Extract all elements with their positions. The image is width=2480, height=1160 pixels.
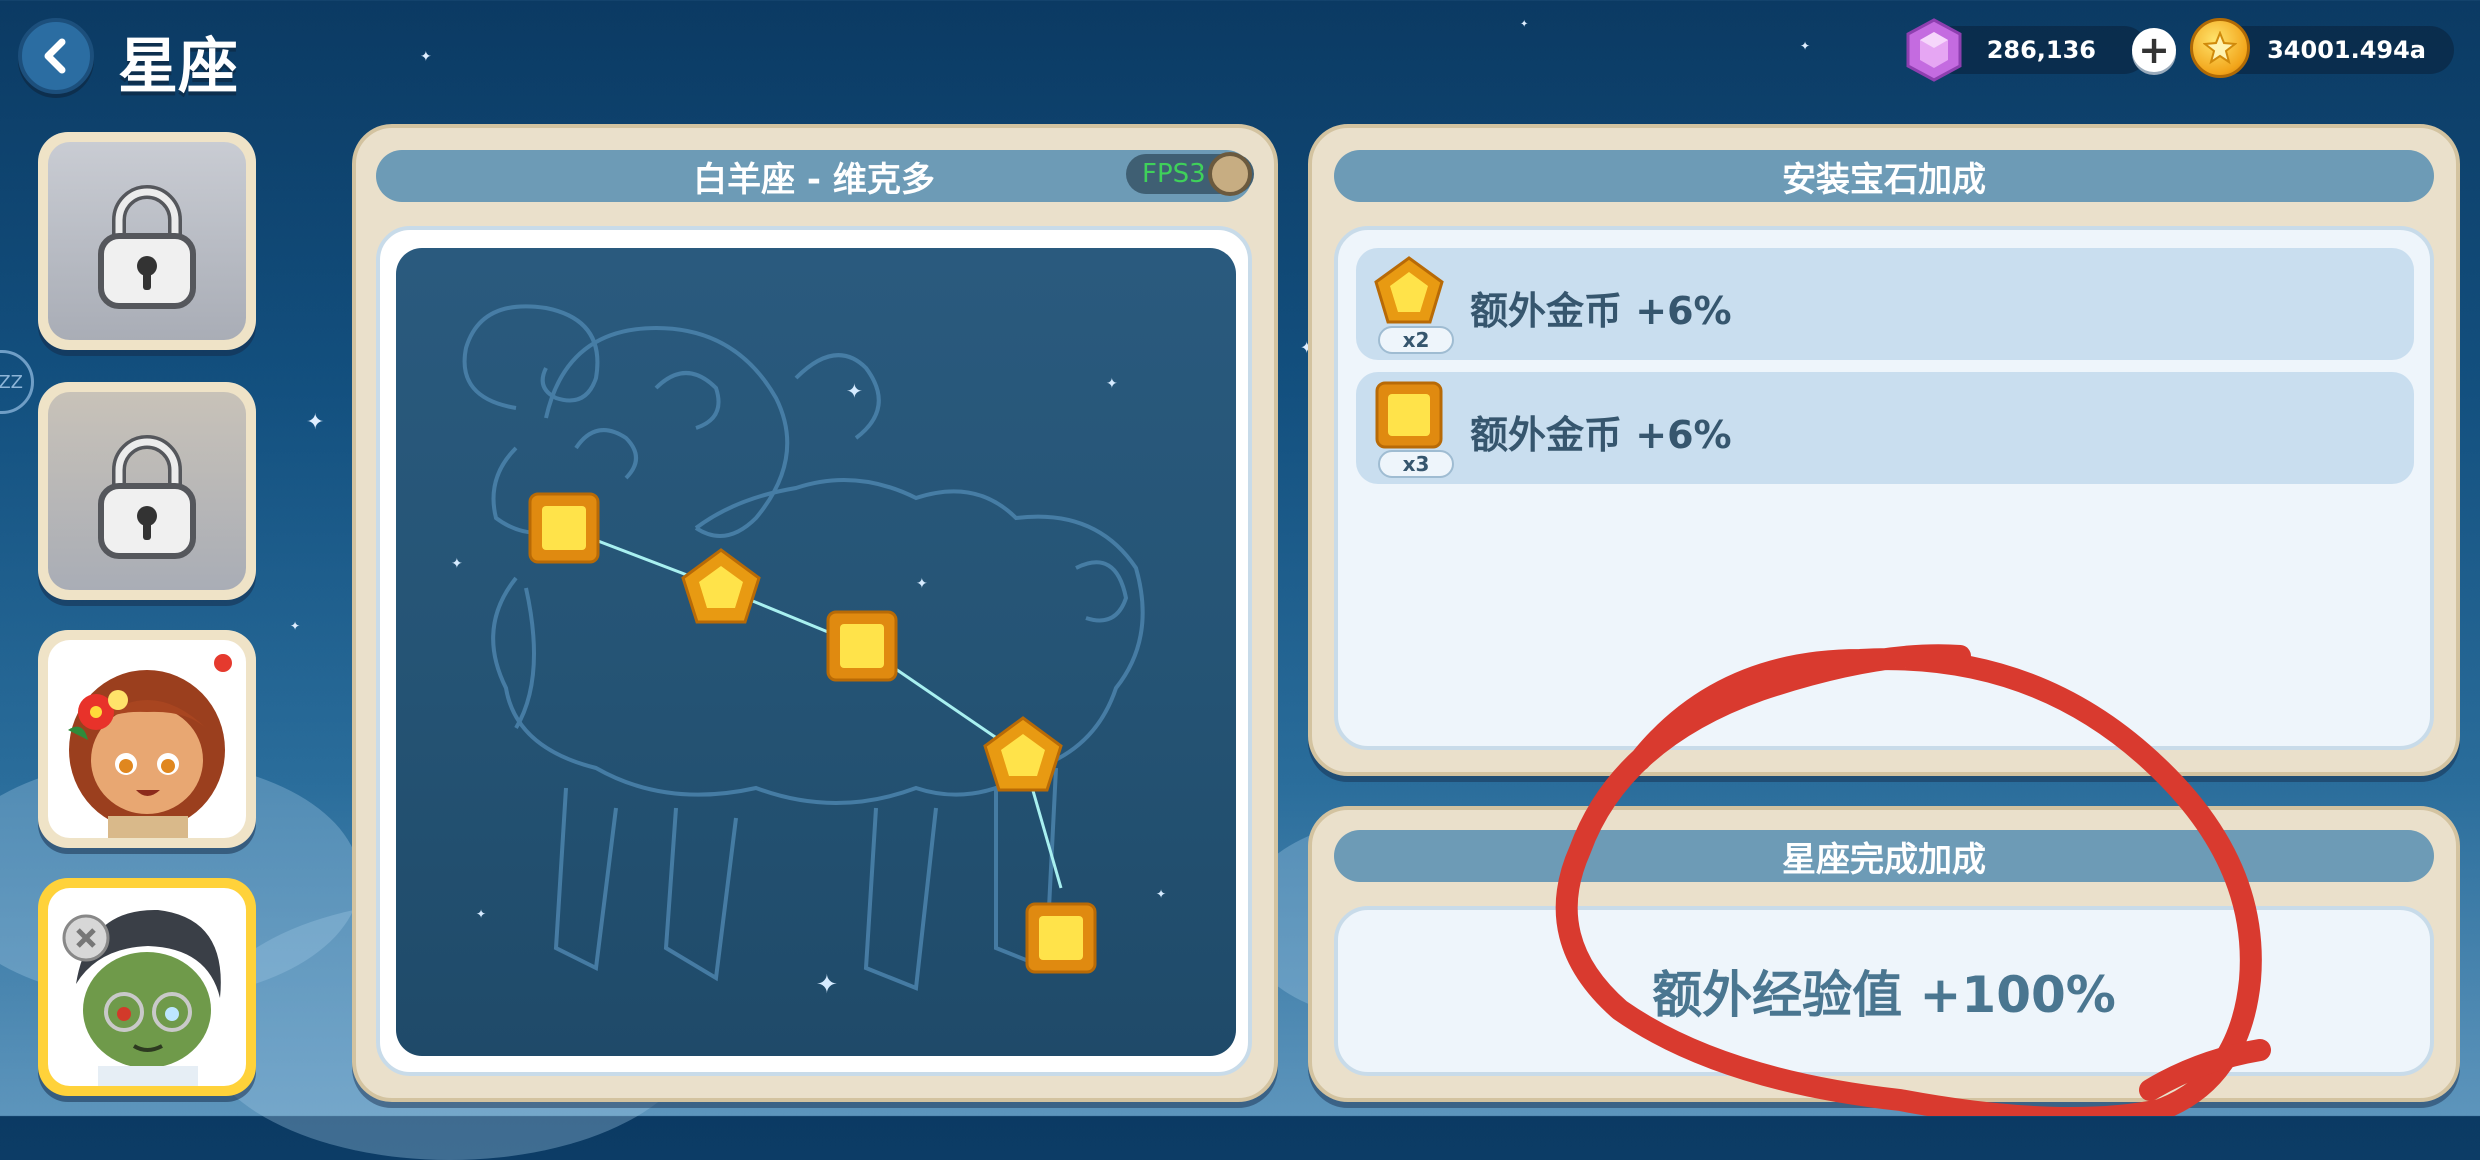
plus-icon: +	[2138, 28, 2170, 72]
coin-counter: 34001.494a	[2214, 26, 2454, 74]
bonus-text: 额外金币 +6%	[1470, 413, 1732, 457]
background-star: ✦	[290, 619, 301, 633]
gem-slot-1[interactable]	[528, 492, 600, 564]
gem-slot-3[interactable]	[826, 610, 898, 682]
character-portrait-2[interactable]	[38, 382, 256, 600]
lock-icon	[98, 184, 196, 309]
install-bonus-title-text: 安装宝石加成	[1782, 159, 1986, 200]
coin-amount: 34001.494a	[2267, 36, 2426, 64]
square-gem-icon	[1375, 381, 1443, 449]
constellation-lines	[563, 526, 1063, 889]
svg-text:✦: ✦	[916, 576, 928, 592]
svg-text:✦: ✦	[846, 379, 863, 403]
background-star: ✦	[1520, 19, 1529, 30]
constellation-title-text: 白羊座 - 维克多	[693, 159, 935, 200]
bonus-row: x3 额外金币 +6%	[1356, 372, 2414, 484]
install-bonus-title: 安装宝石加成	[1334, 150, 2434, 202]
background-star: ✦	[306, 410, 325, 435]
notification-dot	[212, 652, 234, 674]
svg-text:✦: ✦	[451, 556, 463, 572]
bonus-row: x2 额外金币 +6%	[1356, 248, 2414, 360]
svg-text:✦: ✦	[1106, 376, 1118, 392]
character-portrait-4[interactable]	[38, 878, 256, 1096]
fps-toggle[interactable]	[1208, 152, 1252, 196]
gem-slot-2[interactable]	[681, 548, 761, 624]
fps-text: FPS3	[1142, 159, 1206, 189]
gold-coin-icon	[2190, 18, 2250, 78]
gem-count-badge: x2	[1378, 326, 1454, 354]
bonus-text: 额外金币 +6%	[1470, 289, 1732, 333]
aries-constellation: ✦ ✦ ✦ ✦ ✦ ✦ ✦	[451, 304, 1166, 1000]
lock-icon	[98, 434, 196, 559]
page-title: 星座	[118, 32, 238, 102]
ram-outline	[462, 304, 1145, 991]
svg-text:✦: ✦	[816, 970, 838, 1000]
background-star: ✦	[1800, 39, 1811, 53]
pentagon-gem-icon	[1374, 256, 1444, 324]
gem-slot-5[interactable]	[1025, 902, 1097, 974]
gem-count-badge: x3	[1378, 450, 1454, 478]
side-collapse-handle[interactable]: ZZ	[0, 350, 34, 414]
character-portrait-3[interactable]	[38, 630, 256, 848]
gem-slot-4[interactable]	[983, 716, 1063, 792]
completion-bonus-title-text: 星座完成加成	[1782, 839, 1986, 880]
completion-bonus-text: 额外经验值 +100%	[1652, 966, 2116, 1024]
back-button[interactable]	[18, 18, 94, 94]
gem-amount: 286,136	[1986, 36, 2096, 64]
svg-text:✦: ✦	[1156, 887, 1166, 901]
chevron-left-icon	[44, 38, 66, 74]
star-icon	[2203, 31, 2237, 65]
completion-bonus-box: 额外经验值 +100%	[1334, 906, 2434, 1076]
side-handle-label: ZZ	[0, 371, 23, 393]
constellation-title: 白羊座 - 维克多	[376, 150, 1252, 202]
background-star: ✦	[420, 49, 432, 65]
zombie-character-avatar	[62, 909, 221, 1086]
completion-bonus-title: 星座完成加成	[1334, 830, 2434, 882]
character-portrait-1[interactable]	[38, 132, 256, 350]
add-gems-button[interactable]: +	[2132, 28, 2176, 72]
purple-gem-icon	[1906, 18, 1962, 82]
svg-text:✦: ✦	[476, 907, 486, 921]
constellation-view: ✦ ✦ ✦ ✦ ✦ ✦ ✦	[396, 248, 1236, 1056]
